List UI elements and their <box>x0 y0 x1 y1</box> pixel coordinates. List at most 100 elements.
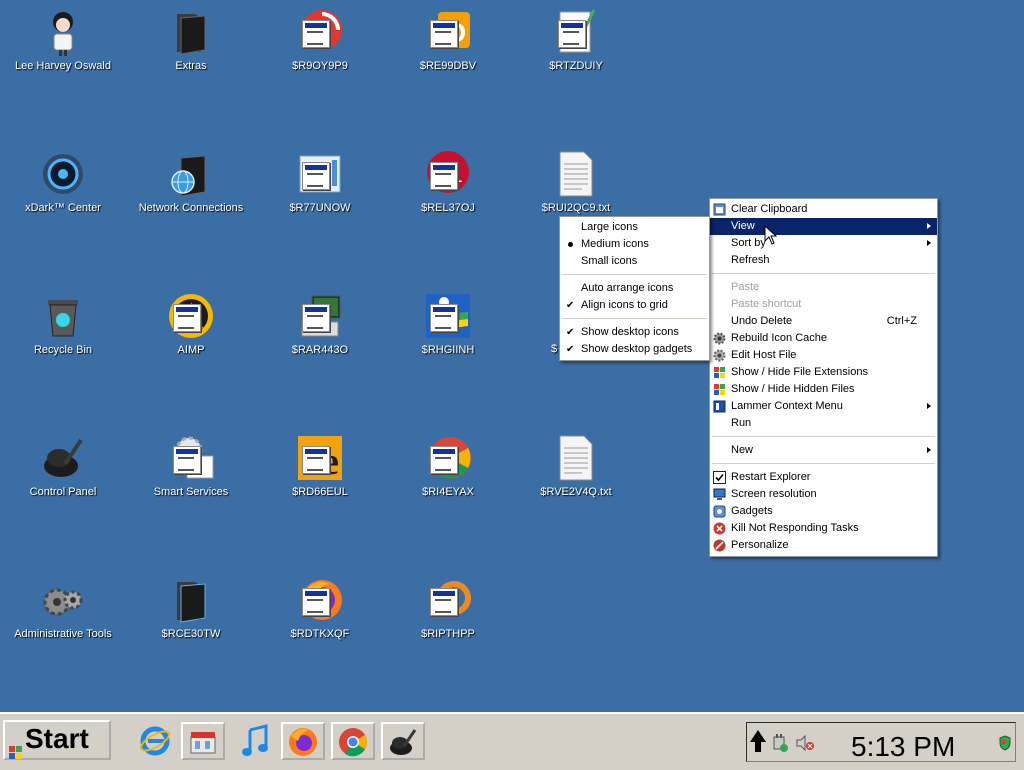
menu-item-undo-delete[interactable]: Undo Delete Ctrl+Z <box>710 313 937 330</box>
menu-item-new[interactable]: New <box>710 442 937 459</box>
menu-item-show-hide-hidden-files[interactable]: Show / Hide Hidden Files <box>710 381 937 398</box>
menu-item-kill-not-responding-tasks[interactable]: Kill Not Responding Tasks <box>710 520 937 537</box>
checkbox-icon <box>713 471 726 484</box>
taskbar-control-panel[interactable] <box>381 722 425 760</box>
app-badge-icon <box>173 446 201 474</box>
show-hidden-icons-arrow[interactable] <box>749 728 767 759</box>
xdark-logo-icon <box>39 150 87 198</box>
internet-explorer-icon <box>138 724 172 763</box>
submenu-item-large-icons[interactable]: Large icons <box>560 219 709 236</box>
desktop-icon-label: $RD66EUL <box>292 486 348 498</box>
desktop-icon-label: $RAR443O <box>291 344 349 356</box>
submenu-item-show-desktop-icons[interactable]: ✔ Show desktop icons <box>560 324 709 341</box>
desktop-icon-label: $R77UNOW <box>289 202 351 214</box>
menu-item-refresh[interactable]: Refresh <box>710 252 937 269</box>
monitor-icon <box>713 488 726 501</box>
checkmark-icon: ✔ <box>566 344 575 355</box>
text-file-icon <box>552 434 600 482</box>
red-circle-app-icon <box>296 8 344 56</box>
volume-muted-icon[interactable] <box>795 734 815 757</box>
submenu-item-small-icons[interactable]: Small icons <box>560 253 709 270</box>
desktop[interactable]: Lee Harvey Oswald xDark™ Center Recycle … <box>0 0 1024 712</box>
desktop-icon-r9oy9p9[interactable]: $R9OY9P9 <box>258 0 382 72</box>
menu-item-sort-by[interactable]: Sort by <box>710 235 937 252</box>
desktop-icon-rhgiinh[interactable]: $RHGIINH <box>386 284 510 356</box>
submenu-item-align-icons-to-grid[interactable]: ✔ Align icons to grid <box>560 297 709 314</box>
taskbar: Start 5:13 PM <box>0 712 1024 770</box>
desktop-icon-rui2qc9-txt[interactable]: $RUI2QC9.txt <box>514 142 638 214</box>
desktop-icon-rel37oj[interactable]: DEV+ $REL37OJ <box>386 142 510 214</box>
menu-item-show-hide-file-extensions[interactable]: Show / Hide File Extensions <box>710 364 937 381</box>
chrome-icon <box>337 726 369 763</box>
desktop-icon-rd66eul[interactable]: e $RD66EUL <box>258 426 382 498</box>
desktop-icon-label: Lee Harvey Oswald <box>15 60 111 72</box>
gear-icon <box>713 332 726 345</box>
app-badge-icon <box>430 446 458 474</box>
security-shield-icon[interactable] <box>999 735 1011 756</box>
menu-separator <box>712 273 935 275</box>
desktop-icon-label: Network Connections <box>138 202 244 214</box>
start-button[interactable]: Start <box>3 720 111 760</box>
desktop-icon-rtzduiy[interactable]: $RTZDUIY <box>514 0 638 72</box>
desktop-icon-recycle-bin[interactable]: Recycle Bin <box>1 284 125 356</box>
menu-item-paste-shortcut[interactable]: Paste shortcut <box>710 296 937 313</box>
desktop-icon-lee-harvey-oswald[interactable]: Lee Harvey Oswald <box>1 0 125 72</box>
app-badge-icon <box>302 304 330 332</box>
desktop-icon-label: Administrative Tools <box>14 628 112 640</box>
store-icon <box>188 727 218 762</box>
menu-item-run[interactable]: Run <box>710 415 937 432</box>
submenu-item-auto-arrange-icons[interactable]: Auto arrange icons <box>560 280 709 297</box>
taskbar-music-player[interactable] <box>234 722 278 760</box>
submenu-item-medium-icons[interactable]: Medium icons <box>560 236 709 253</box>
desktop-icon-aimp[interactable]: AIMP <box>129 284 253 356</box>
app-badge-icon <box>173 304 201 332</box>
system-tray: 5:13 PM <box>746 722 1016 762</box>
desktop-icon-label: $RVE2V4Q.txt <box>540 486 612 498</box>
desktop-icon-control-panel[interactable]: Control Panel <box>1 426 125 498</box>
menu-item-rebuild-icon-cache[interactable]: Rebuild Icon Cache <box>710 330 937 347</box>
dark-folder-icon <box>167 576 215 624</box>
menu-item-clear-clipboard[interactable]: Clear Clipboard <box>710 201 937 218</box>
desktop-icon-re99dbv[interactable]: D $RE99DBV <box>386 0 510 72</box>
checkmark-icon: ✔ <box>566 327 575 338</box>
desktop-icon-smart-services[interactable]: Smart Services <box>129 426 253 498</box>
taskbar-internet-explorer[interactable] <box>134 722 178 760</box>
desktop-icon-rce30tw[interactable]: $RCE30TW <box>129 568 253 640</box>
desktop-icon-administrative-tools[interactable]: Administrative Tools <box>1 568 125 640</box>
menu-item-gadgets[interactable]: Gadgets <box>710 503 937 520</box>
desktop-icon-r77unow[interactable]: $R77UNOW <box>258 142 382 214</box>
desktop-icon-label: $RCE30TW <box>161 628 221 640</box>
menu-item-paste[interactable]: Paste <box>710 279 937 296</box>
desktop-icon-rve2v4q-txt[interactable]: $RVE2V4Q.txt <box>514 426 638 498</box>
taskbar-chrome[interactable] <box>331 722 375 760</box>
app-badge-icon <box>302 162 330 190</box>
network-folder-icon <box>167 150 215 198</box>
desktop-icon-label: $RIPTHPP <box>421 628 475 640</box>
menu-shortcut: Ctrl+Z <box>886 315 917 327</box>
view-submenu: Large icons Medium icons Small icons Aut… <box>559 216 710 361</box>
menu-item-view[interactable]: View <box>710 218 937 235</box>
menu-item-edit-host-file[interactable]: Edit Host File <box>710 347 937 364</box>
desktop-icon-label: Extras <box>175 60 207 72</box>
desktop-icon-xdark-center[interactable]: xDark™ Center <box>1 142 125 214</box>
desktop-icon-extras[interactable]: Extras <box>129 0 253 72</box>
power-plug-icon[interactable] <box>771 733 789 758</box>
menu-item-personalize[interactable]: Personalize <box>710 537 937 554</box>
taskbar-firefox[interactable] <box>281 722 325 760</box>
desktop-icon-network-connections[interactable]: Network Connections <box>129 142 253 214</box>
desktop-icon-label: $RUI2QC9.txt <box>541 202 611 214</box>
desktop-icon-label: Control Panel <box>29 486 97 498</box>
desktop-icon-rar443o[interactable]: $RAR443O <box>258 284 382 356</box>
menu-item-lammer-context-menu[interactable]: Lammer Context Menu <box>710 398 937 415</box>
control-panel-icon <box>39 434 87 482</box>
desktop-icon-ripthpp[interactable]: $RIPTHPP <box>386 568 510 640</box>
radio-bullet-icon <box>568 242 573 247</box>
menu-item-restart-explorer[interactable]: Restart Explorer <box>710 469 937 486</box>
desktop-icon-rdtkxqf[interactable]: $RDTKXQF <box>258 568 382 640</box>
desktop-icon-ri4eyax[interactable]: $RI4EYAX <box>386 426 510 498</box>
submenu-item-show-desktop-gadgets[interactable]: ✔ Show desktop gadgets <box>560 341 709 358</box>
taskbar-app-store[interactable] <box>181 722 225 760</box>
desktop-icon-label: AIMP <box>177 344 205 356</box>
menu-item-screen-resolution[interactable]: Screen resolution <box>710 486 937 503</box>
clock[interactable]: 5:13 PM <box>851 731 955 763</box>
